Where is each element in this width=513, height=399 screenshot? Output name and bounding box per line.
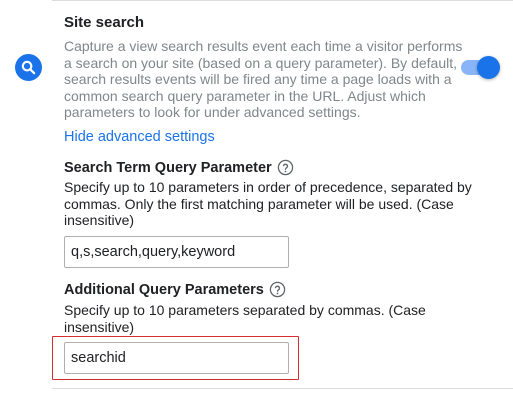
additional-params-description: Specify up to 10 parameters separated by… [64, 302, 426, 335]
search-term-description: Specify up to 10 parameters in order of … [64, 179, 472, 228]
additional-params-heading-label: Additional Query Parameters [64, 281, 264, 298]
help-circle-icon[interactable] [277, 159, 294, 176]
additional-query-input[interactable]: searchid [64, 342, 289, 374]
site-search-toggle[interactable] [457, 56, 501, 80]
top-divider [52, 0, 513, 1]
help-circle-icon[interactable] [269, 281, 286, 298]
search-term-query-input[interactable]: q,s,search,query,keyword [64, 236, 289, 268]
search-icon [15, 54, 42, 81]
search-term-heading: Search Term Query Parameter [64, 159, 294, 176]
additional-params-heading: Additional Query Parameters [64, 281, 286, 298]
bottom-divider [52, 388, 513, 389]
search-term-heading-label: Search Term Query Parameter [64, 159, 272, 176]
site-search-title: Site search [64, 14, 145, 31]
site-search-description: Capture a view search results event each… [64, 38, 463, 120]
toggle-thumb [477, 56, 500, 79]
hide-advanced-settings-link[interactable]: Hide advanced settings [64, 129, 215, 145]
